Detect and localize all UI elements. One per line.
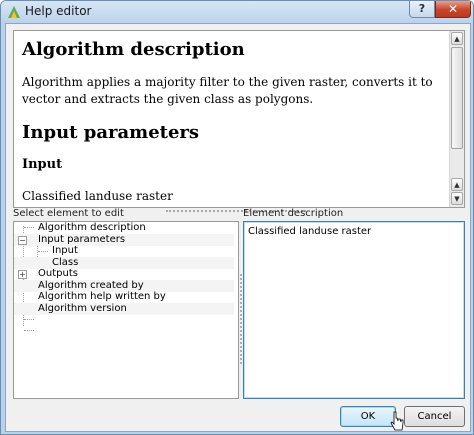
ok-button[interactable]: OK — [340, 406, 396, 427]
preview-heading-input: Input — [22, 157, 63, 172]
element-tree[interactable]: Algorithm description − Input parameters… — [13, 221, 239, 399]
tree-label: Select element to edit — [13, 208, 124, 219]
scroll-thumb[interactable] — [451, 47, 463, 149]
preview-description-text: Algorithm applies a majority filter to t… — [22, 75, 433, 106]
collapse-icon[interactable]: − — [18, 236, 27, 245]
tree-item-label: Algorithm created by — [38, 280, 144, 291]
scroll-up-arrow-icon[interactable]: ▲ — [451, 32, 463, 45]
preview-heading-description: Algorithm description — [22, 39, 245, 60]
help-editor-window: Help editor ? ✕ Algorithm description Al… — [0, 0, 474, 435]
tree-item-algorithm-description[interactable]: Algorithm description — [14, 222, 234, 234]
tree-item-label: Class — [52, 257, 79, 268]
preview-input-text: Classified landuse raster — [22, 189, 173, 203]
tree-item-label: Algorithm description — [38, 222, 146, 233]
element-description-label: Element description — [243, 208, 344, 219]
mouse-cursor-icon — [390, 411, 404, 431]
title-bar[interactable]: Help editor ? ✕ — [1, 1, 473, 23]
tree-item-label: Algorithm version — [38, 303, 127, 314]
cancel-button[interactable]: Cancel — [404, 406, 465, 427]
tree-line — [24, 330, 34, 331]
window-title: Help editor — [25, 4, 92, 18]
expand-icon[interactable]: + — [18, 270, 27, 279]
scroll-down-arrow-icon[interactable]: ▼ — [451, 192, 463, 205]
tree-item-label: Algorithm help written by — [38, 291, 166, 302]
qgis-icon — [8, 6, 20, 18]
help-button[interactable]: ? — [409, 1, 435, 18]
preview-scrollbar[interactable]: ▲ ▲ ▼ — [449, 31, 464, 207]
preview-heading-params: Input parameters — [22, 122, 200, 143]
tree-item-outputs[interactable]: + Outputs — [14, 268, 234, 280]
tree-item-label: Outputs — [38, 268, 78, 279]
tree-item-label: Input parameters — [38, 234, 126, 245]
tree-item-label: Input — [52, 245, 78, 256]
tree-line — [24, 319, 34, 320]
close-button[interactable]: ✕ — [435, 1, 471, 18]
scroll-up-arrow-icon[interactable]: ▲ — [451, 178, 463, 191]
tree-item-input[interactable]: Input — [14, 245, 234, 257]
dialog-body: Algorithm description Algorithm applies … — [5, 23, 471, 432]
tree-item-algorithm-version[interactable]: Algorithm version — [14, 303, 234, 315]
help-preview[interactable]: Algorithm description Algorithm applies … — [13, 30, 465, 208]
preview-content: Algorithm description Algorithm applies … — [14, 31, 450, 207]
element-description-editor[interactable]: Classified landuse raster — [243, 221, 465, 399]
tree-item-algorithm-help-written-by[interactable]: Algorithm help written by — [14, 291, 234, 303]
